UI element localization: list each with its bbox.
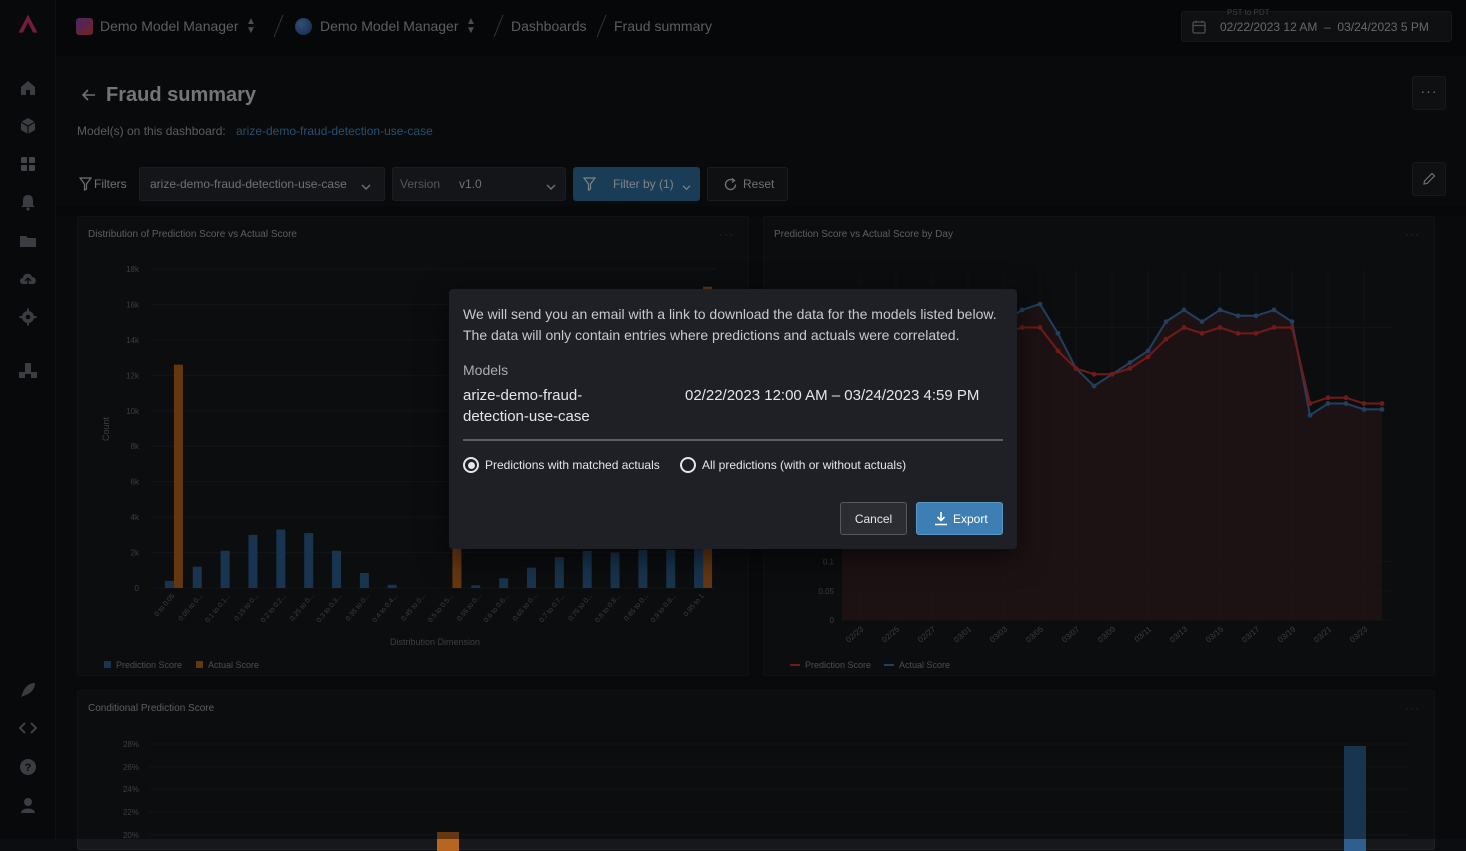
modal-divider xyxy=(463,439,1003,441)
modal-model-name-line1: arize-demo-fraud- xyxy=(463,387,582,404)
modal-message-line1: We will send you an email with a link to… xyxy=(463,306,997,322)
radio-selected-icon[interactable] xyxy=(463,457,479,473)
option-all-predictions[interactable]: All predictions (with or without actuals… xyxy=(680,456,906,474)
modal-message-line2: The data will only contain entries where… xyxy=(463,327,960,343)
cancel-label: Cancel xyxy=(855,512,892,526)
modal-model-name-line2: detection-use-case xyxy=(463,408,590,425)
export-button[interactable]: Export xyxy=(916,502,1003,535)
radio-unselected-icon[interactable] xyxy=(680,457,696,473)
option-matched-actuals[interactable]: Predictions with matched actuals xyxy=(463,456,660,474)
models-heading: Models xyxy=(463,362,508,378)
modal-model-range: 02/22/2023 12:00 AM – 03/24/2023 4:59 PM xyxy=(685,387,979,404)
export-label: Export xyxy=(953,512,988,526)
download-icon xyxy=(934,511,948,529)
export-modal: We will send you an email with a link to… xyxy=(449,289,1017,549)
option-all-label: All predictions (with or without actuals… xyxy=(702,458,906,472)
option-matched-label: Predictions with matched actuals xyxy=(485,458,660,472)
cancel-button[interactable]: Cancel xyxy=(840,502,907,535)
